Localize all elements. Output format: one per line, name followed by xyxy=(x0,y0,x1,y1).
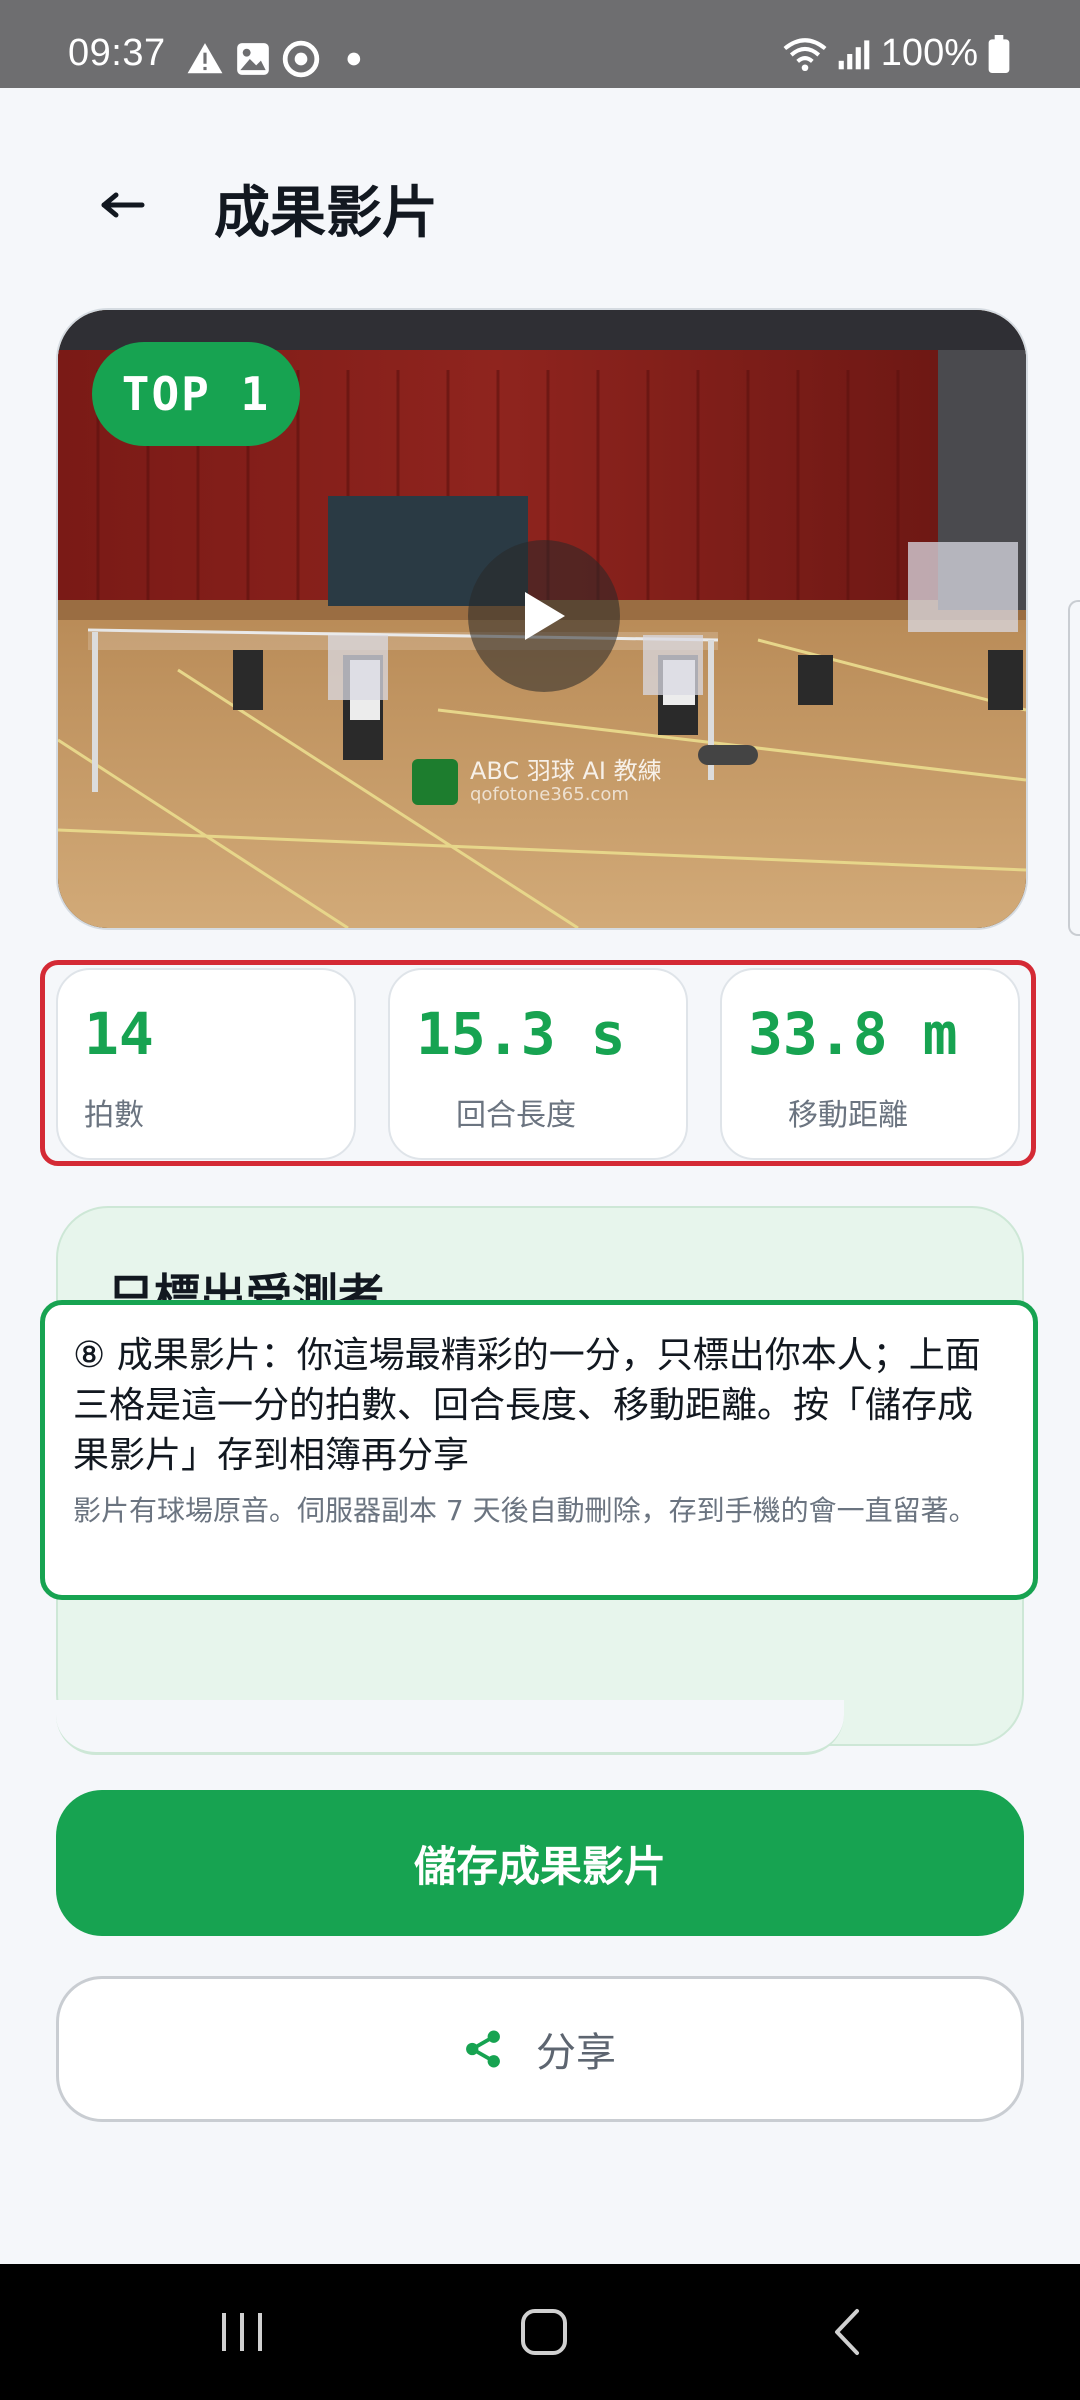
save-video-button[interactable]: 儲存成果影片 xyxy=(56,1790,1024,1936)
back-arrow-icon xyxy=(101,192,145,218)
share-label: 分享 xyxy=(536,2030,616,2076)
tooltip-sub-text: 影片有球場原音。伺服器副本 7 天後自動刪除，存到手機的會一直留著。 xyxy=(73,1494,977,1527)
side-edge-handle[interactable] xyxy=(1068,600,1080,936)
watermark-title: ABC 羽球 AI 教練 xyxy=(470,757,662,785)
battery-icon xyxy=(988,34,1010,73)
status-bar: 09:37 100% xyxy=(0,0,1080,88)
stat-value: 15.3 s xyxy=(416,1000,626,1068)
wifi-icon xyxy=(783,37,827,71)
share-button[interactable]: 分享 xyxy=(56,1976,1024,2122)
back-nav-button[interactable] xyxy=(786,2264,906,2400)
stat-label: 移動距離 xyxy=(788,1098,908,1133)
back-button[interactable] xyxy=(88,170,158,240)
share-icon xyxy=(466,2030,500,2068)
status-right: 100% xyxy=(783,32,1010,75)
warning-icon xyxy=(187,43,223,74)
stat-card-distance: 33.8 m 移動距離 xyxy=(720,968,1020,1160)
home-icon xyxy=(521,2309,567,2355)
chevron-left-icon xyxy=(835,2309,859,2355)
watermark-sub: qofotone365.com xyxy=(470,784,629,805)
stat-card-strokes: 14 拍數 xyxy=(56,968,356,1160)
tooltip-main-text: ⑧ 成果影片：你這場最精彩的一分，只標出你本人；上面三格是這一分的拍數、回合長度… xyxy=(73,1335,981,1476)
top-rank-badge: TOP 1 xyxy=(92,342,300,446)
video-player[interactable]: TOP 1 ABC 羽球 AI 教練 qofotone365.com xyxy=(56,308,1028,930)
dot-icon xyxy=(347,52,361,66)
stat-value: 33.8 m xyxy=(748,1000,958,1068)
stat-label: 拍數 xyxy=(84,1098,144,1133)
image-icon xyxy=(237,43,269,75)
stat-label: 回合長度 xyxy=(456,1098,576,1133)
tutorial-tooltip: ⑧ 成果影片：你這場最精彩的一分，只標出你本人；上面三格是這一分的拍數、回合長度… xyxy=(40,1300,1038,1600)
video-watermark: ABC 羽球 AI 教練 qofotone365.com xyxy=(412,758,662,805)
recent-apps-button[interactable] xyxy=(182,2264,302,2400)
battery-percent: 100% xyxy=(880,32,978,74)
play-icon xyxy=(525,592,565,640)
watermark-text-block: ABC 羽球 AI 教練 qofotone365.com xyxy=(470,758,662,805)
record-icon xyxy=(282,40,320,78)
signal-icon xyxy=(838,39,870,69)
home-button[interactable] xyxy=(484,2264,604,2400)
play-button[interactable] xyxy=(468,540,620,692)
stat-card-rally-length: 15.3 s 回合長度 xyxy=(388,968,688,1160)
info-card-bottom xyxy=(56,1700,844,1755)
status-time: 09:37 xyxy=(68,32,166,74)
recents-icon xyxy=(222,2313,262,2351)
page-title: 成果影片 xyxy=(214,181,438,246)
watermark-logo xyxy=(412,758,458,805)
system-nav-bar xyxy=(0,2264,1080,2400)
stat-value: 14 xyxy=(84,1000,154,1068)
